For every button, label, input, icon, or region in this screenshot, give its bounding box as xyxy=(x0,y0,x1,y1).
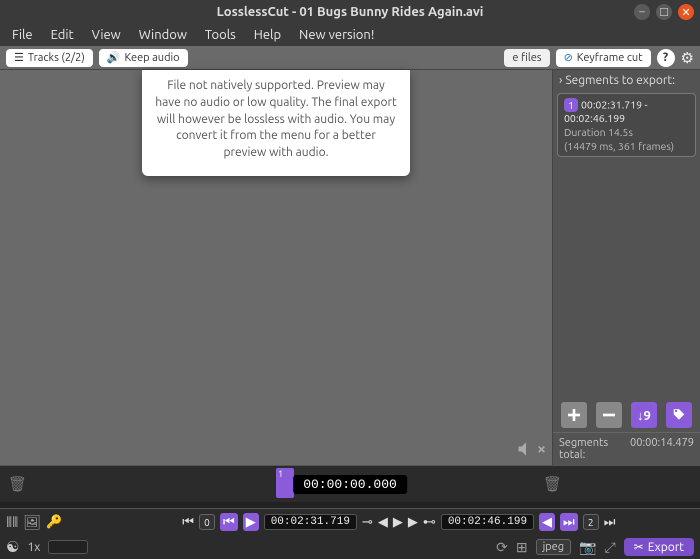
set-end-button[interactable]: ◀ xyxy=(539,513,555,531)
prev-seg-number[interactable]: 0 xyxy=(199,514,215,530)
segment-number-badge: 1 xyxy=(564,98,578,112)
menu-tools[interactable]: Tools xyxy=(197,26,244,44)
remove-segment-button[interactable] xyxy=(596,402,622,428)
segment-item[interactable]: 100:02:31.719 - 00:02:46.199 Duration 14… xyxy=(557,93,696,157)
jump-start-button[interactable]: ⏮ xyxy=(182,515,194,530)
add-segment-button[interactable] xyxy=(561,402,587,428)
waveform-icon[interactable]: ⦀⦀ xyxy=(6,514,18,531)
tag-segment-button[interactable] xyxy=(666,402,692,428)
mute-icon[interactable]: × xyxy=(516,439,546,459)
window-controls: – ☐ ✕ xyxy=(634,4,694,20)
step-back-button[interactable]: ◀ xyxy=(378,515,388,530)
video-preview[interactable]: File not natively supported. Preview may… xyxy=(0,70,552,465)
timeline[interactable]: 🗑 1 00:00:00.000 🗑 xyxy=(0,465,700,509)
start-timecode-input[interactable]: 00:02:31.719 xyxy=(264,514,357,530)
list-icon: ☰ xyxy=(14,51,24,64)
segment-frames: (14479 ms, 361 frames) xyxy=(564,140,689,152)
capture-format-select[interactable]: jpeg xyxy=(536,539,572,555)
playback-speed[interactable]: 1x xyxy=(27,541,40,554)
sort-segments-button[interactable]: ↓9 xyxy=(631,402,657,428)
tracks-label: Tracks (2/2) xyxy=(28,52,85,64)
rotate-icon[interactable]: ⟳ xyxy=(496,539,508,556)
segment-duration: Duration 14.5s xyxy=(564,126,689,138)
marker-num: 1 xyxy=(278,469,283,479)
unsupported-tooltip: File not natively supported. Preview may… xyxy=(142,70,410,176)
maximize-button[interactable]: ☐ xyxy=(656,4,672,20)
key-right-icon[interactable]: ⊷ xyxy=(423,515,436,530)
keyframe-cut-button[interactable]: ⊘ Keyframe cut xyxy=(556,49,651,67)
jump-end-button[interactable]: ⏭ xyxy=(604,515,616,530)
timeline-ticks xyxy=(0,502,700,508)
menu-window[interactable]: Window xyxy=(131,26,195,44)
menu-help[interactable]: Help xyxy=(246,26,289,44)
segment-actions: ↓9 xyxy=(553,398,700,432)
main-area: File not natively supported. Preview may… xyxy=(0,70,700,465)
end-timecode-input[interactable]: 00:02:46.199 xyxy=(441,514,534,530)
playback-controls: ⦀⦀ 🖼 🔑 ⏮ 0 ⏮ ▶ 00:02:31.719 ⊸ ◀ ▶ ▶ ⊷ 00… xyxy=(0,509,700,535)
next-seg-number[interactable]: 2 xyxy=(583,514,599,530)
scissors-icon: ✂ xyxy=(634,540,644,554)
total-time: 00:00:14.479 xyxy=(630,437,694,461)
timeline-segment-marker[interactable]: 1 xyxy=(276,468,294,498)
speed-input[interactable] xyxy=(48,540,88,554)
capture-list-icon[interactable]: ⊞ xyxy=(516,539,528,556)
segments-header-label: Segments to export: xyxy=(565,74,675,87)
prev-keyframe-button[interactable]: ⏮ xyxy=(220,513,238,531)
files-button-partial[interactable]: e files xyxy=(504,49,549,67)
bottom-bar: ☯ 1x ⟳ ⊞ jpeg 📷 ⤢ ✂ Export xyxy=(0,535,700,559)
export-label: Export xyxy=(648,541,684,554)
segment-time-range: 100:02:31.719 - 00:02:46.199 xyxy=(564,98,689,124)
key-icon: ⊘ xyxy=(564,51,573,64)
menu-bar: File Edit View Window Tools Help New ver… xyxy=(0,24,700,46)
keep-audio-label: Keep audio xyxy=(124,52,179,64)
arrows-icon[interactable]: ⤢ xyxy=(605,539,616,556)
key-left-icon[interactable]: ⊸ xyxy=(362,515,373,530)
chevron-right-icon: › xyxy=(559,74,562,87)
help-button[interactable]: ? xyxy=(657,49,675,67)
keyframe-label: Keyframe cut xyxy=(577,52,643,64)
settings-button[interactable]: ⚙ xyxy=(681,49,694,67)
speaker-icon: 🔊 xyxy=(107,51,121,64)
trash-left-icon[interactable]: 🗑 xyxy=(8,475,27,493)
jpeg-label: jpeg xyxy=(543,541,565,553)
thumbnails-icon[interactable]: 🖼 xyxy=(23,514,41,531)
menu-view[interactable]: View xyxy=(84,26,129,44)
camera-icon[interactable]: 📷 xyxy=(579,539,596,556)
menu-file[interactable]: File xyxy=(4,26,41,44)
next-keyframe-button[interactable]: ⏭ xyxy=(560,513,578,531)
keyframes-icon[interactable]: 🔑 xyxy=(46,515,62,530)
toolbar: ☰ Tracks (2/2) 🔊 Keep audio e files ⊘ Ke… xyxy=(0,46,700,70)
files-label: e files xyxy=(512,52,541,64)
tracks-button[interactable]: ☰ Tracks (2/2) xyxy=(6,49,93,67)
keep-audio-button[interactable]: 🔊 Keep audio xyxy=(99,49,188,67)
timeline-timecode[interactable]: 00:00:00.000 xyxy=(293,475,407,494)
segments-total: Segments total: 00:00:14.479 xyxy=(553,432,700,465)
trash-right-icon[interactable]: 🗑 xyxy=(543,475,562,493)
minimize-button[interactable]: – xyxy=(634,4,650,20)
play-button[interactable]: ▶ xyxy=(393,515,403,530)
close-button[interactable]: ✕ xyxy=(678,4,694,20)
yinyang-icon[interactable]: ☯ xyxy=(6,538,19,556)
export-button[interactable]: ✂ Export xyxy=(624,538,694,556)
segments-header[interactable]: › Segments to export: xyxy=(553,70,700,91)
menu-edit[interactable]: Edit xyxy=(43,26,82,44)
total-label: Segments total: xyxy=(559,437,630,461)
title-bar: LosslessCut - 01 Bugs Bunny Rides Again.… xyxy=(0,0,700,24)
tooltip-text: File not natively supported. Preview may… xyxy=(155,79,397,159)
window-title: LosslessCut - 01 Bugs Bunny Rides Again.… xyxy=(217,5,484,19)
menu-new-version[interactable]: New version! xyxy=(291,26,382,44)
set-start-button[interactable]: ▶ xyxy=(243,513,259,531)
segments-panel: › Segments to export: 100:02:31.719 - 00… xyxy=(552,70,700,465)
step-forward-button[interactable]: ▶ xyxy=(408,515,418,530)
